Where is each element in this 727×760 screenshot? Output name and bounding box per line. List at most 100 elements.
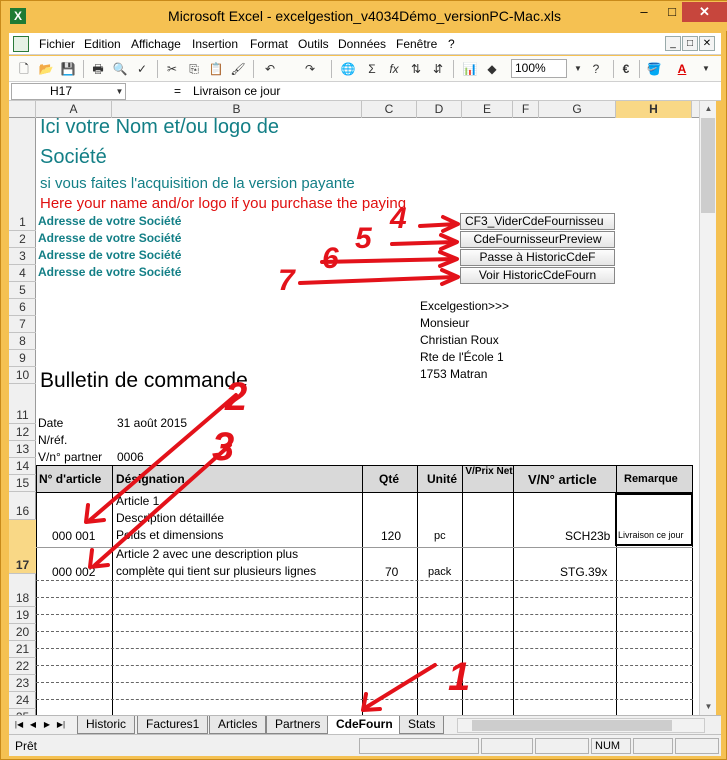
formula-input[interactable]: Livraison ce jour (193, 84, 280, 98)
worksheet-grid[interactable]: A B C D E F G H 1 2 3 4 5 6 7 8 9 10 11 12 13 14 15 16 1… (9, 101, 699, 715)
row-header-17[interactable]: 17 (9, 520, 36, 574)
row2-unit[interactable]: pack (428, 566, 451, 578)
menu-insertion[interactable]: Insertion (192, 37, 238, 51)
row1-article[interactable]: 000 001 (52, 529, 95, 543)
next-sheet-icon[interactable]: ▶ (41, 718, 53, 732)
row-header-9[interactable]: 9 (9, 350, 36, 367)
tab-factures1[interactable]: Factures1 (137, 716, 209, 734)
menu-format[interactable]: Format (250, 37, 288, 51)
row-header-22[interactable]: 22 (9, 658, 36, 675)
cde-fournisseur-preview-button[interactable]: CdeFournisseurPreview (460, 231, 615, 248)
print-icon[interactable]: 🖶 (89, 60, 107, 78)
zoom-dropdown-icon[interactable]: ▼ (569, 60, 587, 78)
vertical-scroll-thumb[interactable] (701, 118, 715, 213)
row-header-18[interactable]: 18 (9, 574, 36, 607)
redo-icon[interactable]: ↷ (301, 60, 319, 78)
row-header-10[interactable]: 10 (9, 367, 36, 384)
horizontal-scroll-thumb[interactable] (472, 720, 672, 731)
close-button[interactable]: ✕ (682, 2, 727, 22)
row1-remark[interactable]: Livraison ce jour (618, 530, 684, 540)
row1-qty[interactable]: 120 (381, 529, 401, 543)
row1-unit[interactable]: pc (434, 530, 446, 542)
column-header-e[interactable]: E (462, 101, 513, 118)
menu-fenetre[interactable]: Fenêtre (396, 37, 437, 51)
row-header-11[interactable]: 11 (9, 384, 36, 424)
scroll-up-icon[interactable]: ▲ (700, 101, 717, 117)
row-header-19[interactable]: 19 (9, 607, 36, 624)
new-file-icon[interactable]: 🗋 (15, 60, 33, 78)
row1-designation-2[interactable]: Description détaillée (116, 511, 224, 525)
column-header-d[interactable]: D (417, 101, 462, 118)
first-sheet-icon[interactable]: |◀ (13, 718, 25, 732)
row-header-1[interactable]: 1 (9, 118, 36, 231)
row-header-24[interactable]: 24 (9, 692, 36, 709)
doc-minimize-button[interactable]: _ (665, 36, 681, 51)
row-header-2[interactable]: 2 (9, 231, 36, 248)
passe-historic-cdef-button[interactable]: Passe à HistoricCdeF (460, 249, 615, 266)
cut-icon[interactable]: ✂ (163, 60, 181, 78)
row1-designation-3[interactable]: Poids et dimensions (116, 528, 223, 542)
menu-help[interactable]: ? (448, 37, 455, 51)
column-header-f[interactable]: F (513, 101, 539, 118)
column-header-c[interactable]: C (362, 101, 417, 118)
row-header-20[interactable]: 20 (9, 624, 36, 641)
minimize-button[interactable]: – (631, 2, 657, 22)
horizontal-scrollbar[interactable] (457, 718, 705, 733)
row-header-8[interactable]: 8 (9, 333, 36, 350)
font-color-dropdown-icon[interactable]: ▼ (697, 60, 715, 78)
menu-donnees[interactable]: Données (338, 37, 386, 51)
sort-asc-icon[interactable]: ⇅ (407, 60, 425, 78)
menu-outils[interactable]: Outils (298, 37, 329, 51)
vertical-scrollbar[interactable]: ▲ ▼ (699, 101, 716, 715)
drawing-icon[interactable]: ◆ (483, 60, 501, 78)
doc-close-button[interactable]: ✕ (699, 36, 715, 51)
print-preview-icon[interactable]: 🔍 (111, 60, 129, 78)
column-header-g[interactable]: G (539, 101, 616, 118)
autosum-icon[interactable]: Σ (363, 60, 381, 78)
row-header-13[interactable]: 13 (9, 441, 36, 458)
vider-cde-fournisseur-button[interactable]: CF3_ViderCdeFournisseu (460, 213, 615, 230)
hyperlink-icon[interactable]: 🌐 (339, 60, 357, 78)
name-box-dropdown-icon[interactable]: ▼ (113, 83, 126, 100)
tab-stats[interactable]: Stats (399, 716, 445, 734)
row2-designation-1[interactable]: Article 2 avec une description plus (116, 547, 298, 561)
zoom-select[interactable]: 100% (511, 59, 567, 78)
menu-affichage[interactable]: Affichage (131, 37, 181, 51)
tab-articles[interactable]: Articles (209, 716, 267, 734)
row2-qty[interactable]: 70 (385, 565, 398, 579)
help-icon[interactable]: ? (587, 60, 605, 78)
menu-fichier[interactable]: Fichier (39, 37, 75, 51)
open-folder-icon[interactable]: 📂 (37, 60, 55, 78)
row2-designation-2[interactable]: complète qui tient sur plusieurs lignes (116, 564, 316, 578)
menu-edition[interactable]: Edition (84, 37, 121, 51)
workbook-icon[interactable] (13, 36, 29, 52)
function-icon[interactable]: fx (385, 60, 403, 78)
spelling-icon[interactable]: ✓ (133, 60, 151, 78)
row-header-14[interactable]: 14 (9, 458, 36, 475)
row-header-15[interactable]: 15 (9, 475, 36, 492)
row2-article[interactable]: 000 002 (52, 565, 95, 579)
row-header-23[interactable]: 23 (9, 675, 36, 692)
save-icon[interactable]: 💾 (59, 60, 77, 78)
paste-icon[interactable]: 📋 (207, 60, 225, 78)
row-header-21[interactable]: 21 (9, 641, 36, 658)
copy-icon[interactable]: ⎘ (185, 60, 203, 78)
voir-historic-cdefourn-button[interactable]: Voir HistoricCdeFourn (460, 267, 615, 284)
font-color-icon[interactable]: A (673, 60, 691, 78)
row-header-16[interactable]: 16 (9, 492, 36, 520)
prev-sheet-icon[interactable]: ◀ (27, 718, 39, 732)
row1-designation-1[interactable]: Article 1 (116, 494, 159, 508)
scroll-down-icon[interactable]: ▼ (700, 699, 717, 715)
euro-icon[interactable]: € (617, 60, 635, 78)
row-header-5[interactable]: 5 (9, 282, 36, 299)
doc-restore-button[interactable]: □ (682, 36, 698, 51)
sort-desc-icon[interactable]: ⇵ (429, 60, 447, 78)
format-painter-icon[interactable]: 🖌 (229, 60, 247, 78)
last-sheet-icon[interactable]: ▶| (55, 718, 67, 732)
row-header-6[interactable]: 6 (9, 299, 36, 316)
tab-cdefourn[interactable]: CdeFourn (327, 716, 402, 735)
row2-vn-article[interactable]: STG.39x (560, 565, 607, 579)
row1-vn-article[interactable]: SCH23b (565, 529, 610, 543)
fill-color-icon[interactable]: 🪣 (645, 60, 663, 78)
name-box[interactable]: H17 (11, 83, 126, 100)
